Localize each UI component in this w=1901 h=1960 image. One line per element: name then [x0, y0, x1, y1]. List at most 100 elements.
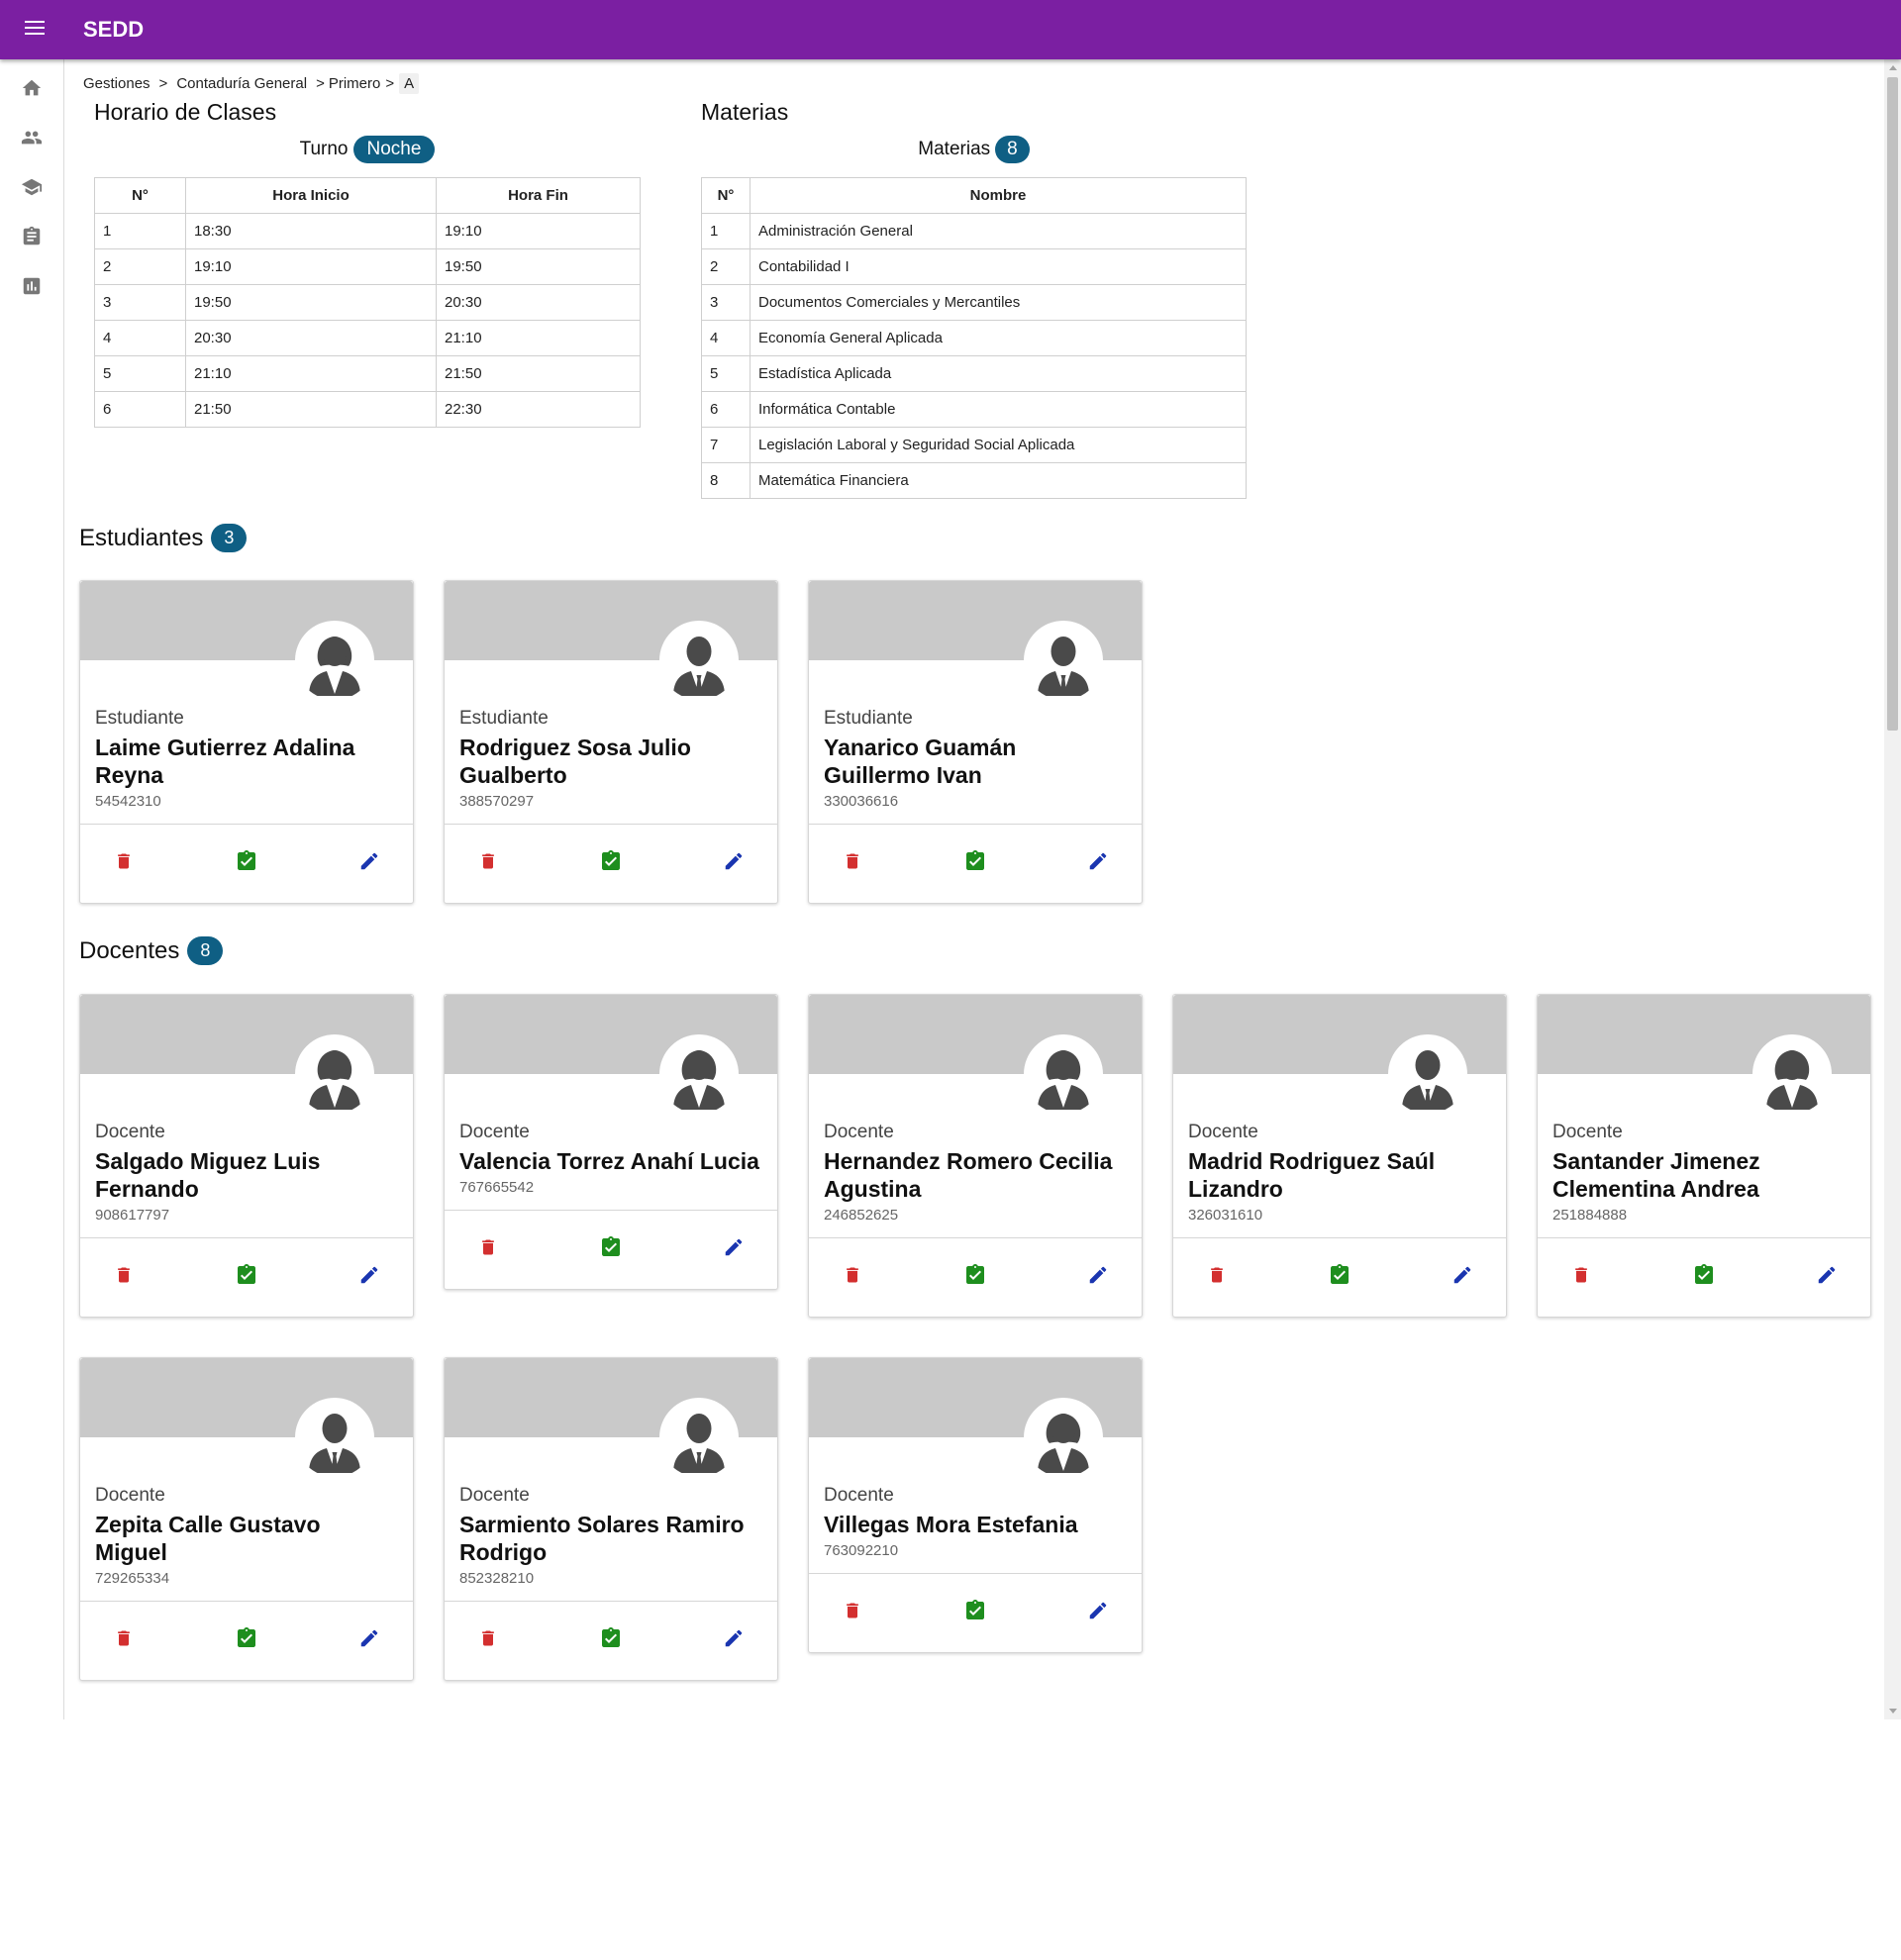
breadcrumb-paralelo: A: [399, 72, 420, 94]
delete-button[interactable]: [474, 1627, 502, 1655]
assign-button[interactable]: [597, 1236, 625, 1264]
menu-icon: [25, 20, 45, 40]
scroll-up-arrow-icon[interactable]: [1884, 59, 1901, 76]
assignment-check-icon: [235, 1263, 258, 1292]
column-header: N°: [94, 177, 186, 214]
table-row: 1 Administración General: [701, 213, 1247, 249]
sidebar-item-reports[interactable]: [0, 263, 63, 313]
table-header-row: N° Hora Inicio Hora Fin: [94, 177, 641, 214]
person-name: Laime Gutierrez Adalina Reyna: [95, 735, 355, 788]
delete-button[interactable]: [839, 1264, 866, 1292]
horario-table: N° Hora Inicio Hora Fin 1 18:30 19:10 2 19:1…: [94, 177, 641, 428]
edit-button[interactable]: [1449, 1264, 1476, 1292]
card-header: [809, 995, 1142, 1114]
person-card: Docente Zepita Calle Gustavo Miguel 7292…: [79, 1357, 414, 1681]
delete-button[interactable]: [110, 1627, 138, 1655]
person-card: Docente Salgado Miguez Luis Fernando 908…: [79, 994, 414, 1318]
person-id: 767665542: [459, 1179, 535, 1196]
person-id: 330036616: [824, 793, 899, 810]
assignment-check-icon: [599, 1626, 623, 1655]
person-name: Santander Jimenez Clementina Andrea: [1552, 1148, 1760, 1202]
delete-icon: [478, 1627, 498, 1654]
edit-button[interactable]: [720, 1236, 748, 1264]
delete-button[interactable]: [839, 850, 866, 878]
scroll-down-arrow-icon[interactable]: [1884, 1703, 1901, 1719]
edit-icon: [1451, 1264, 1473, 1291]
assign-button[interactable]: [961, 1600, 989, 1627]
menu-button[interactable]: [0, 0, 69, 59]
assign-button[interactable]: [597, 850, 625, 878]
edit-button[interactable]: [1813, 1264, 1841, 1292]
breadcrumb: Gestiones > Contaduría General > Primero…: [83, 71, 420, 95]
edit-button[interactable]: [355, 850, 383, 878]
assign-button[interactable]: [233, 850, 260, 878]
edit-button[interactable]: [720, 850, 748, 878]
person-role: Docente: [459, 1485, 530, 1506]
edit-button[interactable]: [355, 1627, 383, 1655]
assign-button[interactable]: [597, 1627, 625, 1655]
sidebar-item-people[interactable]: [0, 115, 63, 164]
column-header: Hora Inicio: [185, 177, 437, 214]
edit-button[interactable]: [1084, 850, 1112, 878]
delete-button[interactable]: [474, 1236, 502, 1264]
card-header: [445, 1358, 777, 1477]
assignment-check-icon: [235, 1626, 258, 1655]
person-card: Docente Madrid Rodriguez Saúl Lizandro 3…: [1172, 994, 1507, 1318]
breadcrumb-nivel[interactable]: Primero: [329, 75, 381, 92]
table-row: 1 18:30 19:10: [94, 213, 641, 249]
person-role: Docente: [459, 1122, 530, 1142]
assign-button[interactable]: [233, 1627, 260, 1655]
sidebar-item-school[interactable]: [0, 164, 63, 214]
table-cell: 4: [94, 320, 186, 356]
card-actions: [445, 1210, 777, 1289]
assignment-check-icon: [599, 1235, 623, 1264]
table-cell: Contabilidad I: [750, 248, 1247, 285]
person-id: 54542310: [95, 793, 161, 810]
edit-button[interactable]: [1084, 1264, 1112, 1292]
card-actions: [445, 1601, 777, 1680]
table-row: 6 Informática Contable: [701, 391, 1247, 428]
table-header-row: N° Nombre: [701, 177, 1247, 214]
card-header: [1173, 995, 1506, 1114]
person-card: Docente Sarmiento Solares Ramiro Rodrigo…: [444, 1357, 778, 1681]
delete-button[interactable]: [110, 850, 138, 878]
assign-button[interactable]: [1690, 1264, 1718, 1292]
scroll-thumb[interactable]: [1887, 77, 1898, 731]
delete-button[interactable]: [1203, 1264, 1231, 1292]
person-card: Estudiante Laime Gutierrez Adalina Reyna…: [79, 580, 414, 904]
edit-button[interactable]: [720, 1627, 748, 1655]
delete-button[interactable]: [474, 850, 502, 878]
edit-button[interactable]: [355, 1264, 383, 1292]
assign-button[interactable]: [961, 1264, 989, 1292]
breadcrumb-separator: >: [158, 74, 168, 92]
edit-icon: [1087, 1600, 1109, 1626]
assignment-icon: [21, 226, 43, 252]
docentes-title: Docentes: [79, 936, 180, 964]
person-role: Docente: [95, 1122, 165, 1142]
sidebar-item-assignment[interactable]: [0, 214, 63, 263]
table-row: 2 19:10 19:50: [94, 248, 641, 285]
avatar: [1024, 1034, 1103, 1114]
table-row: 6 21:50 22:30: [94, 391, 641, 428]
edit-button[interactable]: [1084, 1600, 1112, 1627]
assign-button[interactable]: [961, 850, 989, 878]
assign-button[interactable]: [233, 1264, 260, 1292]
card-header: [80, 1358, 413, 1477]
scrollbar[interactable]: [1884, 59, 1901, 1719]
table-cell: Matemática Financiera: [750, 462, 1247, 499]
delete-button[interactable]: [1567, 1264, 1595, 1292]
sidebar-item-home[interactable]: [0, 65, 63, 115]
delete-button[interactable]: [839, 1600, 866, 1627]
home-icon: [21, 77, 43, 104]
avatar: [295, 1398, 374, 1477]
breadcrumb-carrera[interactable]: Contaduría General: [176, 75, 307, 92]
card-actions: [80, 824, 413, 903]
person-role: Estudiante: [824, 708, 913, 729]
breadcrumb-gestiones[interactable]: Gestiones: [83, 75, 150, 92]
table-cell: 2: [94, 248, 186, 285]
assign-button[interactable]: [1326, 1264, 1353, 1292]
person-id: 852328210: [459, 1570, 535, 1587]
person-role: Docente: [1188, 1122, 1258, 1142]
delete-button[interactable]: [110, 1264, 138, 1292]
table-cell: 1: [701, 213, 750, 249]
